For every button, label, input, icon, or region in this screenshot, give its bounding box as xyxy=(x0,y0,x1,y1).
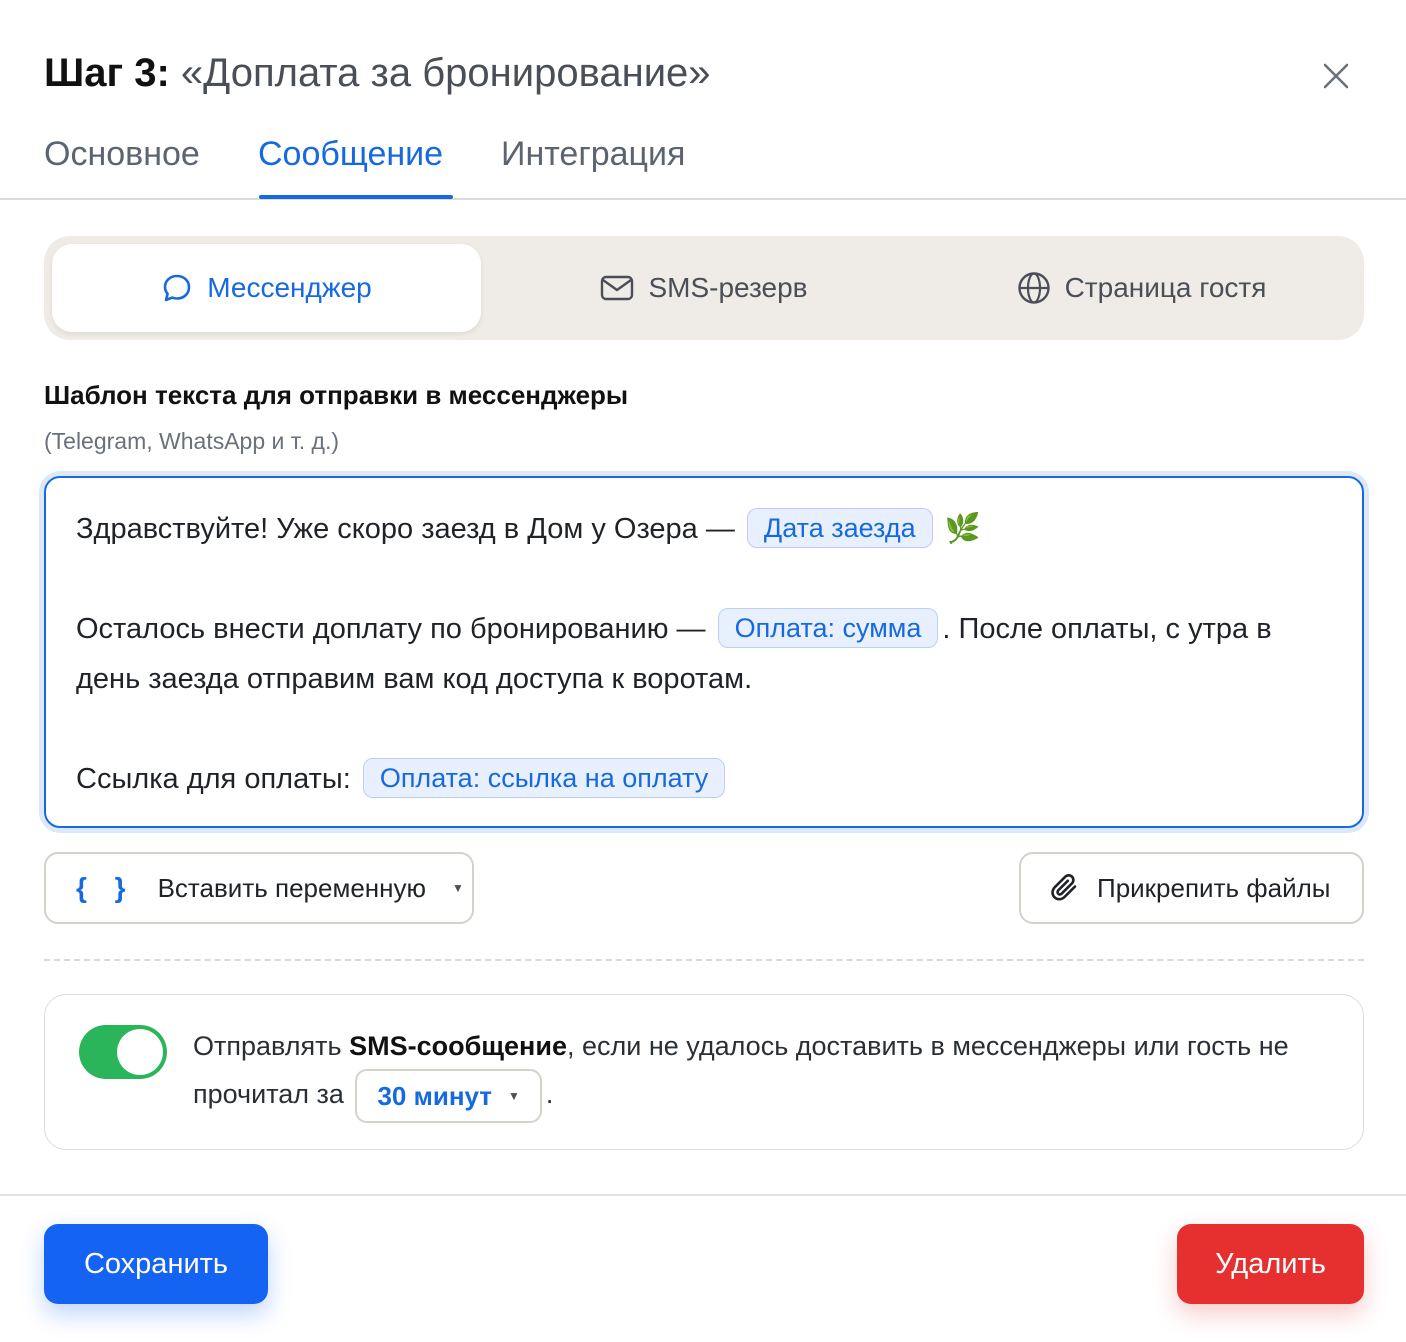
globe-icon xyxy=(1017,272,1050,304)
message-template-editor[interactable]: Здравствуйте! Уже скоро заезд в Дом у Оз… xyxy=(44,476,1364,828)
chevron-down-icon: ▼ xyxy=(452,881,464,895)
editor-text: Здравствуйте! Уже скоро заезд в Дом у Оз… xyxy=(76,513,743,545)
paperclip-icon xyxy=(1051,873,1077,901)
channel-sms[interactable]: SMS-резерв xyxy=(489,244,919,332)
channel-selector: Мессенджер SMS-резерв Страница гостя xyxy=(44,236,1364,340)
toggle-knob xyxy=(117,1029,163,1075)
channel-guest-page[interactable]: Страница гостя xyxy=(927,244,1356,332)
close-button[interactable] xyxy=(1314,54,1358,98)
sms-text-part: Отправлять xyxy=(193,1031,350,1061)
delete-button[interactable]: Удалить xyxy=(1177,1224,1364,1304)
sms-fallback-description: Отправлять SMS-сообщение, если не удалос… xyxy=(193,1023,1343,1123)
save-button[interactable]: Сохранить xyxy=(44,1224,268,1304)
tab-main[interactable]: Основное xyxy=(44,132,200,176)
template-sublabel: (Telegram, WhatsApp и т. д.) xyxy=(44,428,340,454)
step-label: Шаг 3: xyxy=(44,51,170,95)
close-icon xyxy=(1323,63,1349,89)
delay-select[interactable]: 30 минут ▼ xyxy=(355,1069,542,1123)
editor-line-3: Ссылка для оплаты: Оплата: ссылка на опл… xyxy=(76,754,1332,804)
channel-sms-label: SMS-резерв xyxy=(648,272,808,303)
braces-icon: { } xyxy=(76,872,136,903)
sms-fallback-toggle[interactable] xyxy=(79,1025,167,1079)
sms-text-bold: SMS-сообщение xyxy=(349,1031,567,1061)
chat-bubble-icon xyxy=(163,274,191,302)
step-name: «Доплата за бронирование» xyxy=(180,51,711,95)
insert-variable-label: Вставить переменную xyxy=(157,872,427,903)
tab-integration[interactable]: Интеграция xyxy=(501,132,685,176)
variable-chip-payment-amount[interactable]: Оплата: сумма xyxy=(717,608,939,649)
editor-line-2: Осталось внести доплату по бронированию … xyxy=(76,604,1332,704)
tab-message[interactable]: Сообщение xyxy=(258,132,443,176)
footer-divider xyxy=(0,1194,1406,1196)
chevron-down-icon: ▼ xyxy=(508,1089,520,1103)
delay-value: 30 минут xyxy=(377,1081,493,1111)
sms-fallback-card: Отправлять SMS-сообщение, если не удалос… xyxy=(44,994,1364,1150)
modal-title: Шаг 3: «Доплата за бронирование» xyxy=(44,50,711,96)
attach-files-label: Прикрепить файлы xyxy=(1097,872,1331,903)
channel-messenger-label: Мессенджер xyxy=(207,272,372,303)
section-divider xyxy=(44,959,1364,961)
active-tab-indicator xyxy=(259,195,453,199)
step-edit-modal: Шаг 3: «Доплата за бронирование» Основно… xyxy=(0,0,1406,1342)
envelope-icon xyxy=(601,275,634,301)
channel-messenger[interactable]: Мессенджер xyxy=(52,244,481,332)
editor-text: Осталось внести доплату по бронированию … xyxy=(76,613,714,645)
tab-bar: Основное Сообщение Интеграция xyxy=(0,120,1406,200)
sms-text-part: . xyxy=(545,1079,554,1110)
variable-chip-checkin-date[interactable]: Дата заезда xyxy=(746,508,933,549)
attach-files-button[interactable]: Прикрепить файлы xyxy=(1019,852,1364,924)
channel-guest-page-label: Страница гостя xyxy=(1064,272,1267,303)
insert-variable-button[interactable]: { } Вставить переменную ▼ xyxy=(44,852,474,924)
variable-chip-payment-link[interactable]: Оплата: ссылка на оплату xyxy=(362,758,726,799)
template-label: Шаблон текста для отправки в мессенджеры xyxy=(44,380,629,410)
leaf-emoji: 🌿 xyxy=(944,513,981,545)
editor-text: Ссылка для оплаты: xyxy=(76,763,359,795)
editor-line-1: Здравствуйте! Уже скоро заезд в Дом у Оз… xyxy=(76,504,1332,554)
